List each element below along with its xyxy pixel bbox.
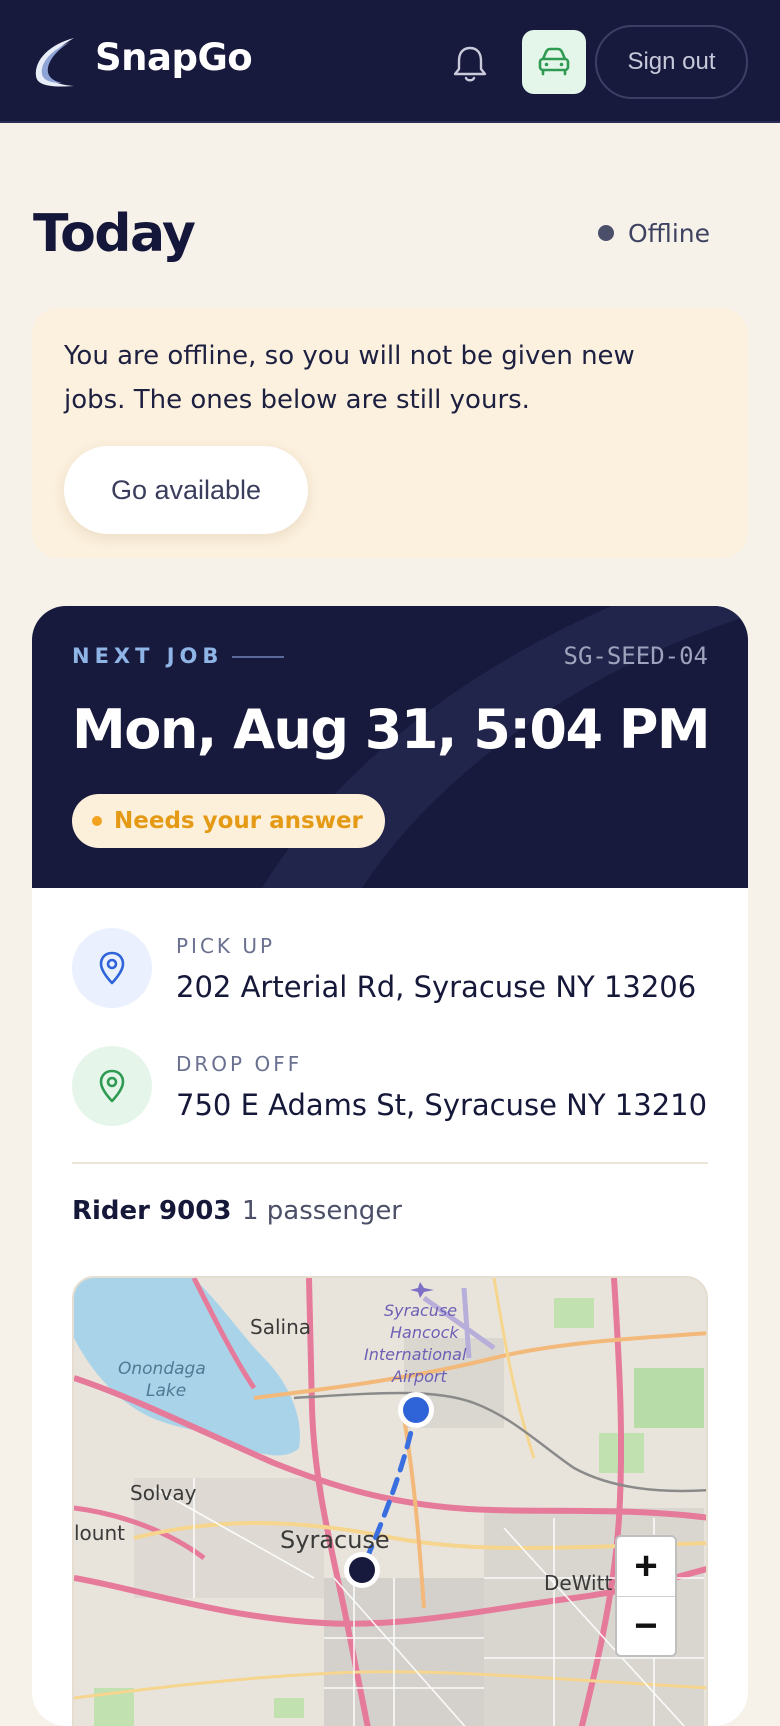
map-label-syracuse: Syracuse (280, 1526, 390, 1554)
map-label-airport-4: Airport (391, 1367, 447, 1386)
job-id: SG-SEED-04 (563, 642, 709, 670)
zoom-in-button[interactable]: + (617, 1537, 675, 1596)
map-zoom-control[interactable]: + − (615, 1535, 677, 1657)
map-label-airport-1: Syracuse (384, 1301, 457, 1320)
map-label-airport-3: International (364, 1345, 467, 1364)
page-title: Today (33, 204, 196, 264)
needs-answer-badge: Needs your answer (72, 794, 385, 848)
status-dot-icon (598, 225, 614, 241)
map-label-salina: Salina (250, 1315, 311, 1339)
snapgo-logo-icon (35, 38, 74, 87)
badge-dot-icon (92, 816, 102, 826)
route-map[interactable]: Salina Onondaga Lake Solvay Syracuse DeW… (72, 1276, 708, 1726)
offline-notice: You are offline, so you will not be give… (32, 308, 748, 558)
pickup-pin-icon (72, 928, 152, 1008)
dropoff-address[interactable]: 750 E Adams St, Syracuse NY 13210 (176, 1088, 707, 1122)
availability-status[interactable]: Offline (598, 218, 710, 248)
job-datetime: Mon, Aug 31, 5:04 PM (72, 698, 711, 761)
rider-name: Rider 9003 (72, 1196, 232, 1226)
map-label-mount: lount (74, 1521, 125, 1545)
sign-out-button[interactable]: Sign out (595, 25, 748, 99)
dropoff-pin-icon (72, 1046, 152, 1126)
badge-label: Needs your answer (114, 808, 363, 834)
map-tiles[interactable]: Salina Onondaga Lake Solvay Syracuse DeW… (74, 1278, 708, 1726)
status-label: Offline (628, 218, 711, 248)
map-label-dewitt: DeWitt (544, 1571, 612, 1595)
car-icon (538, 47, 570, 76)
brand-name: SnapGo (95, 36, 253, 79)
top-bar: SnapGo Sign out (0, 0, 780, 123)
pickup-address[interactable]: 202 Arterial Rd, Syracuse NY 13206 (176, 970, 696, 1004)
go-available-button[interactable]: Go available (64, 446, 308, 534)
dropoff-label: DROP OFF (176, 1052, 303, 1076)
offline-notice-text: You are offline, so you will not be give… (64, 341, 635, 415)
next-job-label: NEXT JOB (72, 644, 224, 668)
map-label-airport-2: Hancock (390, 1323, 459, 1342)
zoom-out-button[interactable]: − (617, 1597, 675, 1656)
map-label-solvay: Solvay (130, 1481, 197, 1505)
vehicle-button[interactable] (522, 30, 586, 94)
map-label-onondaga: Onondaga (118, 1359, 206, 1379)
job-card-header: NEXT JOB SG-SEED-04 Mon, Aug 31, 5:04 PM… (32, 606, 748, 888)
map-label-lake: Lake (146, 1381, 186, 1401)
passenger-count: 1 passenger (242, 1196, 402, 1226)
bell-icon[interactable] (448, 42, 492, 86)
next-job-card[interactable]: NEXT JOB SG-SEED-04 Mon, Aug 31, 5:04 PM… (32, 606, 748, 1726)
pickup-label: PICK UP (176, 934, 276, 958)
label-divider (232, 656, 284, 658)
card-divider (72, 1162, 708, 1164)
